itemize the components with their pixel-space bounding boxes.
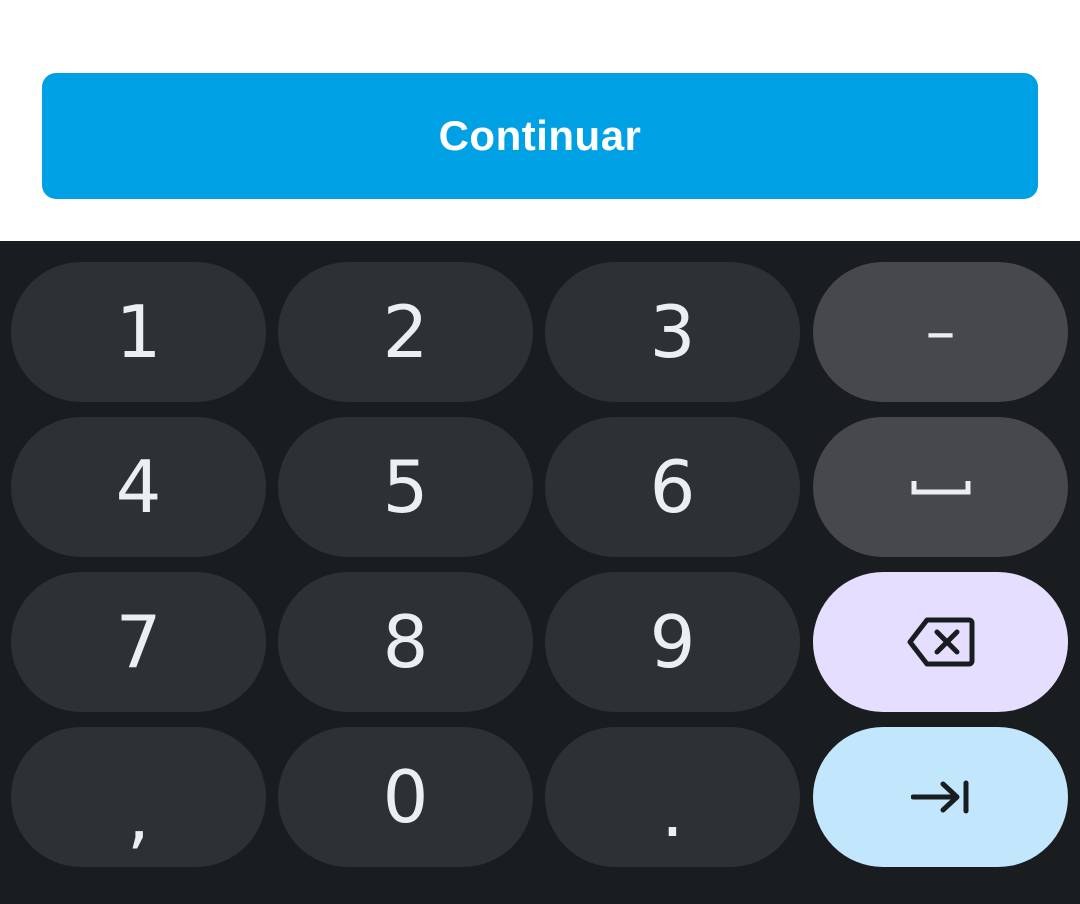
key-label: , [127, 773, 150, 857]
key-comma[interactable]: , [11, 727, 266, 867]
key-next[interactable] [813, 727, 1068, 867]
key-8[interactable]: 8 [278, 572, 533, 712]
key-minus[interactable]: – [813, 262, 1068, 402]
space-icon [911, 477, 971, 497]
key-label: 7 [115, 600, 162, 684]
key-space[interactable] [813, 417, 1068, 557]
key-backspace[interactable] [813, 572, 1068, 712]
key-label: 5 [382, 445, 429, 529]
key-label: 1 [115, 290, 162, 374]
key-label: 3 [649, 290, 696, 374]
form-area: Continuar [0, 0, 1080, 241]
key-label: – [925, 297, 956, 367]
next-field-icon [910, 779, 971, 815]
key-period[interactable]: . [545, 727, 800, 867]
key-9[interactable]: 9 [545, 572, 800, 712]
key-label: 4 [115, 445, 162, 529]
key-label: . [661, 769, 684, 853]
key-5[interactable]: 5 [278, 417, 533, 557]
numeric-keyboard: 1 2 3 – 4 5 6 7 8 9 , 0 . [0, 241, 1080, 904]
continue-button[interactable]: Continuar [42, 73, 1038, 199]
key-6[interactable]: 6 [545, 417, 800, 557]
key-label: 9 [649, 600, 696, 684]
key-1[interactable]: 1 [11, 262, 266, 402]
backspace-icon [907, 616, 975, 668]
key-label: 6 [649, 445, 696, 529]
key-2[interactable]: 2 [278, 262, 533, 402]
key-0[interactable]: 0 [278, 727, 533, 867]
key-label: 8 [382, 600, 429, 684]
key-label: 2 [382, 290, 429, 374]
key-4[interactable]: 4 [11, 417, 266, 557]
key-label: 0 [382, 755, 429, 839]
key-3[interactable]: 3 [545, 262, 800, 402]
key-7[interactable]: 7 [11, 572, 266, 712]
